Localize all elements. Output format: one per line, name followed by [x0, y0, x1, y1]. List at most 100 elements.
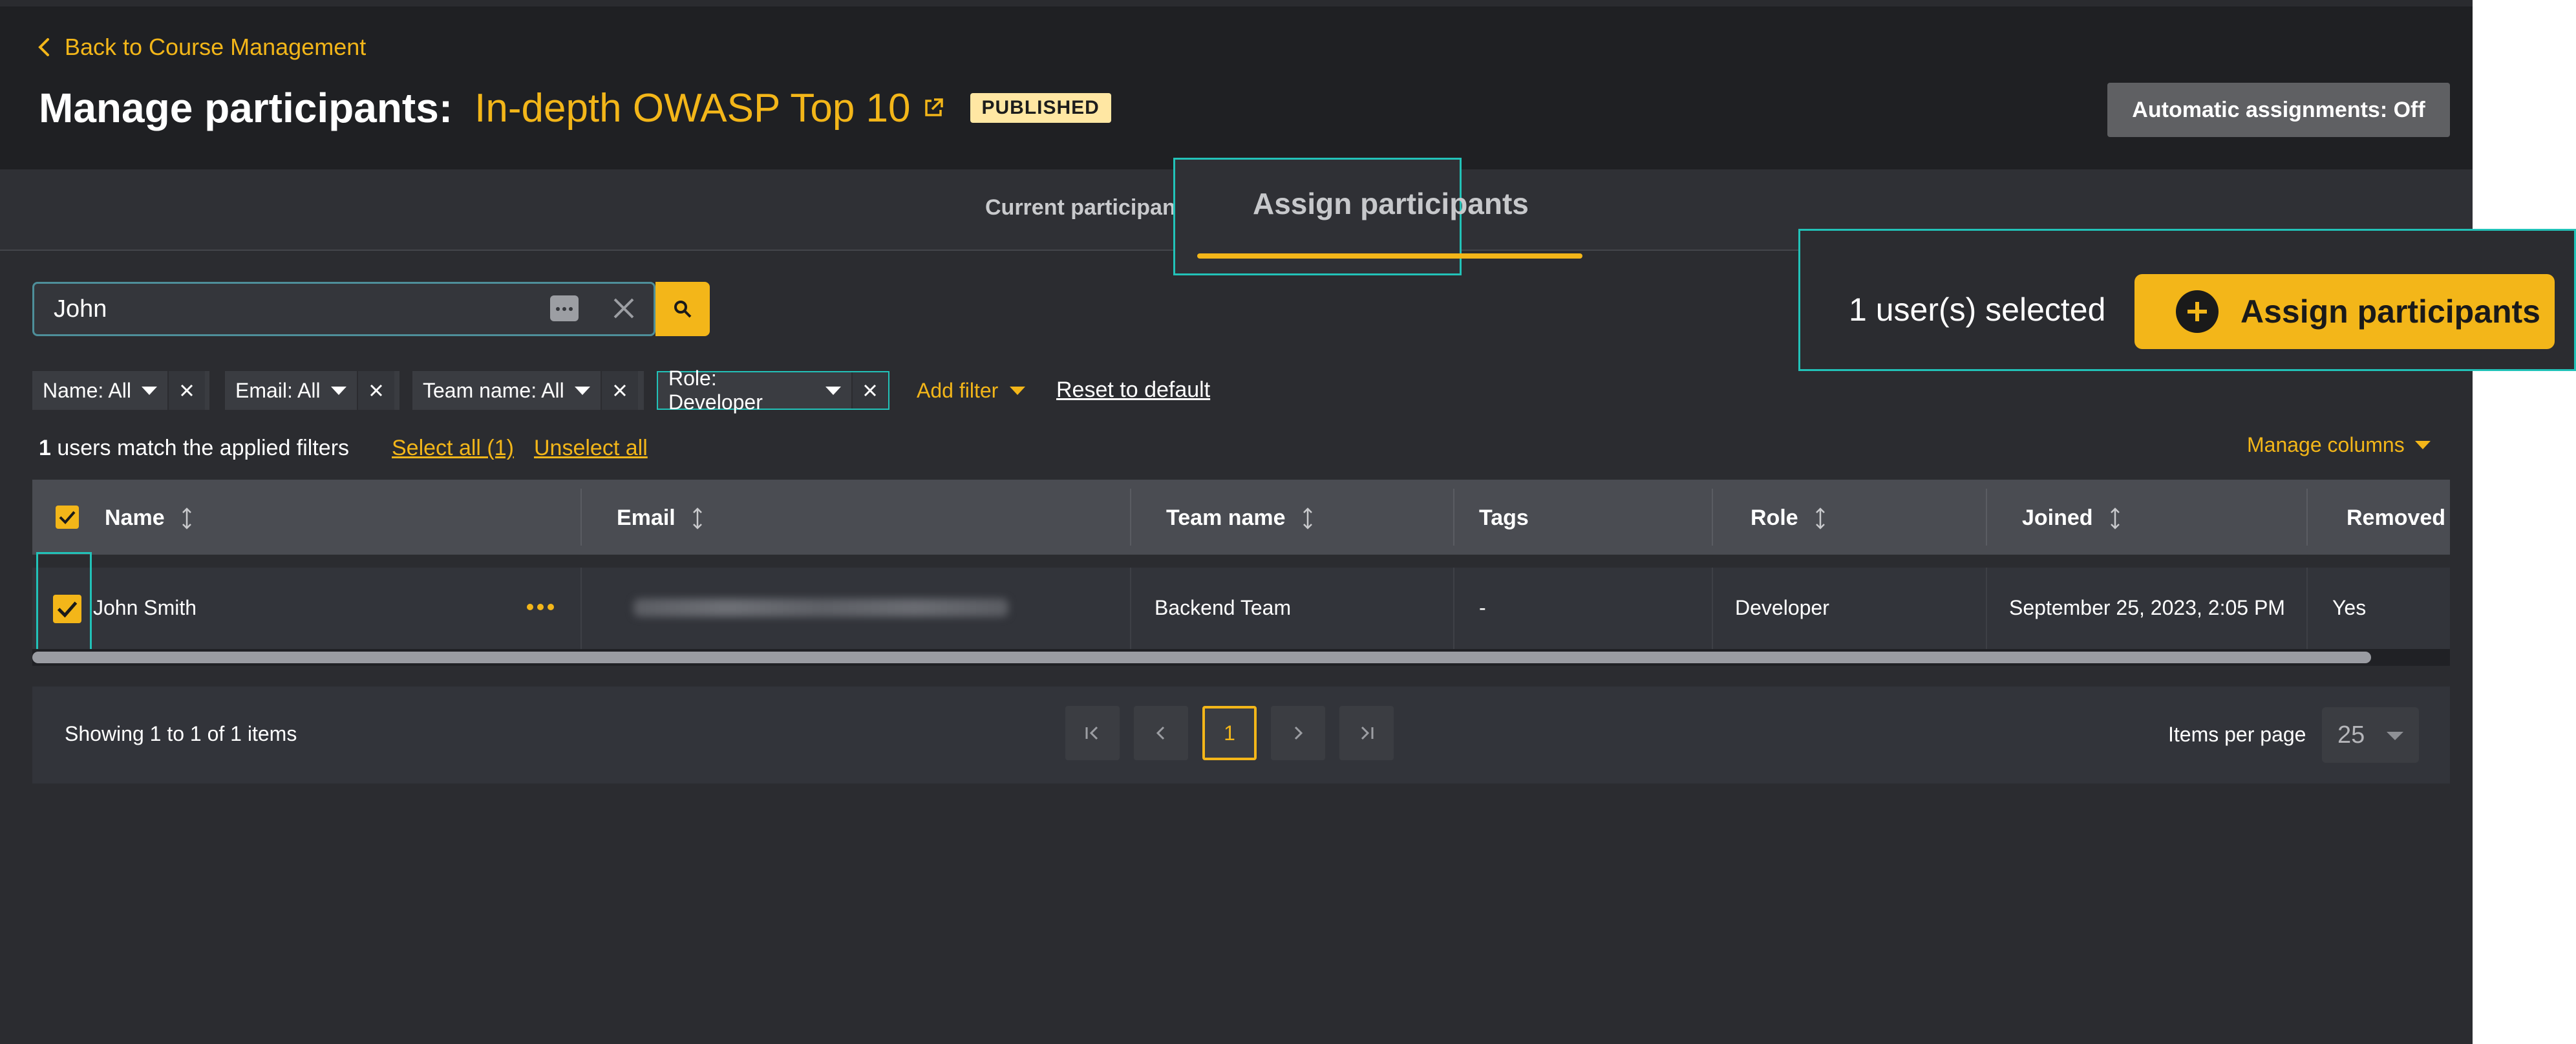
items-per-page-label: Items per page — [2168, 723, 2306, 746]
caret-down-icon — [141, 386, 157, 395]
sort-icon — [1815, 507, 1825, 529]
selected-count-text: 1 user(s) selected — [1849, 292, 2106, 328]
column-header-name[interactable]: Name — [105, 506, 192, 531]
filter-name[interactable]: Name: All — [32, 371, 209, 410]
plus-circle-icon — [2176, 290, 2219, 333]
page-title: Manage participants: — [39, 85, 453, 131]
page-1-button[interactable]: 1 — [1202, 706, 1257, 760]
cell-team-name: Backend Team — [1155, 596, 1292, 619]
column-name-label: Name — [105, 506, 165, 530]
column-header-removed: Removed — [2347, 506, 2445, 531]
sort-icon — [2110, 507, 2120, 529]
column-divider — [2306, 489, 2308, 546]
caret-down-icon — [2387, 732, 2403, 740]
search-input[interactable]: John — [32, 282, 655, 336]
back-link-label: Back to Course Management — [65, 34, 367, 60]
cell-joined: September 25, 2023, 2:05 PM — [2009, 596, 2285, 619]
assign-participants-button[interactable]: Assign participants — [2134, 274, 2555, 349]
pagination-summary: Showing 1 to 1 of 1 items — [65, 722, 297, 745]
sort-icon — [692, 507, 702, 529]
column-joined-label: Joined — [2022, 506, 2093, 530]
row-checkbox-highlight — [36, 552, 92, 663]
last-page-icon — [1361, 726, 1374, 740]
add-filter-button[interactable]: Add filter — [917, 379, 1026, 403]
column-role-label: Role — [1751, 506, 1798, 530]
previous-page-button[interactable] — [1134, 706, 1188, 760]
results-text: users match the applied filters — [50, 436, 350, 460]
search-icon — [674, 301, 692, 318]
automatic-assignments-button[interactable]: Automatic assignments: Off — [2107, 83, 2450, 137]
next-page-button[interactable] — [1271, 706, 1325, 760]
filter-team-name-label: Team name: All — [423, 378, 564, 402]
cell-role: Developer — [1735, 596, 1829, 619]
results-count: 1 — [39, 436, 51, 460]
clear-search-icon[interactable] — [608, 293, 639, 324]
column-tags-label: Tags — [1479, 506, 1529, 530]
column-divider — [1712, 489, 1713, 546]
row-actions-more-icon[interactable] — [527, 604, 554, 610]
table-header: Name Email Team name Tags Role Joined Re… — [32, 480, 2450, 555]
first-page-icon — [1085, 726, 1098, 740]
keyboard-shortcut-icon[interactable] — [550, 295, 579, 321]
items-per-page-select[interactable]: 25 — [2322, 707, 2419, 763]
tab-current-participants[interactable]: Current participants — [985, 195, 1195, 220]
column-team-name-label: Team name — [1166, 506, 1286, 530]
unselect-all-link[interactable]: Unselect all — [534, 436, 648, 461]
remove-filter-name-button[interactable] — [167, 371, 205, 410]
select-all-link[interactable]: Select all (1) — [392, 436, 514, 461]
filter-role[interactable]: Role: Developer — [657, 367, 889, 414]
chevron-right-icon — [1294, 726, 1303, 740]
caret-down-icon — [825, 386, 841, 395]
filter-role-label: Role: Developer — [668, 367, 763, 414]
cell-removed: Yes — [2332, 596, 2367, 619]
column-divider — [2306, 568, 2308, 649]
column-divider — [1712, 568, 1713, 649]
column-divider — [1130, 489, 1131, 546]
column-header-email[interactable]: Email — [617, 506, 703, 531]
remove-filter-role-button[interactable] — [851, 372, 888, 409]
reset-to-default-link[interactable]: Reset to default — [1056, 378, 1210, 403]
page-title-row: Manage participants: In-depth OWASP Top … — [39, 84, 1111, 132]
horizontal-scrollbar-thumb[interactable] — [32, 652, 2371, 663]
column-divider — [1453, 568, 1454, 649]
filter-team-name[interactable]: Team name: All — [412, 371, 644, 410]
tab-assign-participants[interactable]: Assign participants — [1253, 186, 1529, 221]
caret-down-icon — [1010, 387, 1026, 395]
close-icon — [370, 384, 382, 397]
close-icon — [613, 384, 626, 397]
caret-down-icon — [574, 386, 590, 395]
remove-filter-team-name-button[interactable] — [600, 371, 638, 410]
table-row[interactable]: John Smith Backend Team - Developer Sept… — [32, 568, 2450, 649]
first-page-button[interactable] — [1065, 706, 1120, 760]
manage-columns-button[interactable]: Manage columns — [2247, 433, 2431, 457]
course-name-link[interactable]: In-depth OWASP Top 10 — [474, 85, 910, 131]
manage-columns-label: Manage columns — [2247, 433, 2405, 456]
close-icon — [180, 384, 193, 397]
column-header-joined[interactable]: Joined — [2022, 506, 2120, 531]
search-button[interactable] — [655, 282, 710, 336]
items-per-page-value: 25 — [2337, 721, 2365, 749]
app-window: Back to Course Management Manage partici… — [0, 0, 2473, 1044]
pagination-bar: Showing 1 to 1 of 1 items 1 Items per pa… — [32, 687, 2450, 783]
cell-tags: - — [1479, 596, 1486, 619]
header-top-strip — [0, 0, 2473, 6]
results-summary: 1 users match the applied filters — [39, 436, 349, 461]
remove-filter-email-button[interactable] — [356, 371, 394, 410]
column-header-tags: Tags — [1479, 506, 1529, 531]
column-header-role[interactable]: Role — [1751, 506, 1826, 531]
sort-icon — [1303, 507, 1312, 529]
last-page-button[interactable] — [1339, 706, 1394, 760]
add-filter-label: Add filter — [917, 379, 999, 402]
back-to-course-management-link[interactable]: Back to Course Management — [36, 34, 366, 61]
filter-email[interactable]: Email: All — [225, 371, 399, 410]
cell-email-redacted — [633, 599, 1008, 617]
search-input-value: John — [54, 295, 107, 323]
column-header-team-name[interactable]: Team name — [1166, 506, 1313, 531]
caret-down-icon — [2414, 441, 2431, 449]
chevron-left-icon — [1156, 726, 1165, 740]
column-divider — [1130, 568, 1131, 649]
external-link-icon[interactable] — [922, 97, 944, 119]
select-all-checkbox[interactable] — [56, 506, 79, 529]
close-icon — [864, 384, 877, 397]
filter-email-label: Email: All — [235, 378, 321, 402]
